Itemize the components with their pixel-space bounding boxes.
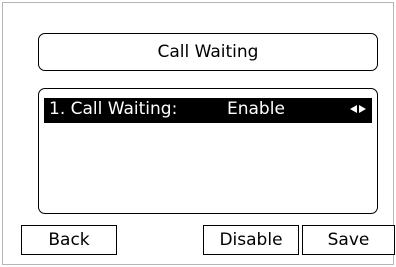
settings-list: 1. Call Waiting: Enable — [38, 88, 378, 214]
left-arrow-icon[interactable] — [350, 105, 357, 113]
option-value[interactable]: Enable — [227, 99, 285, 119]
call-waiting-option[interactable]: 1. Call Waiting: Enable — [44, 98, 372, 123]
back-button[interactable]: Back — [21, 225, 117, 255]
phone-screen: Call Waiting 1. Call Waiting: Enable Bac… — [0, 0, 396, 267]
right-arrow-icon[interactable] — [359, 105, 366, 113]
save-button[interactable]: Save — [302, 225, 395, 255]
disable-button[interactable]: Disable — [203, 225, 299, 255]
option-label: 1. Call Waiting: — [49, 99, 178, 119]
left-right-arrows-icon[interactable] — [350, 105, 366, 113]
page-title: Call Waiting — [38, 33, 378, 71]
